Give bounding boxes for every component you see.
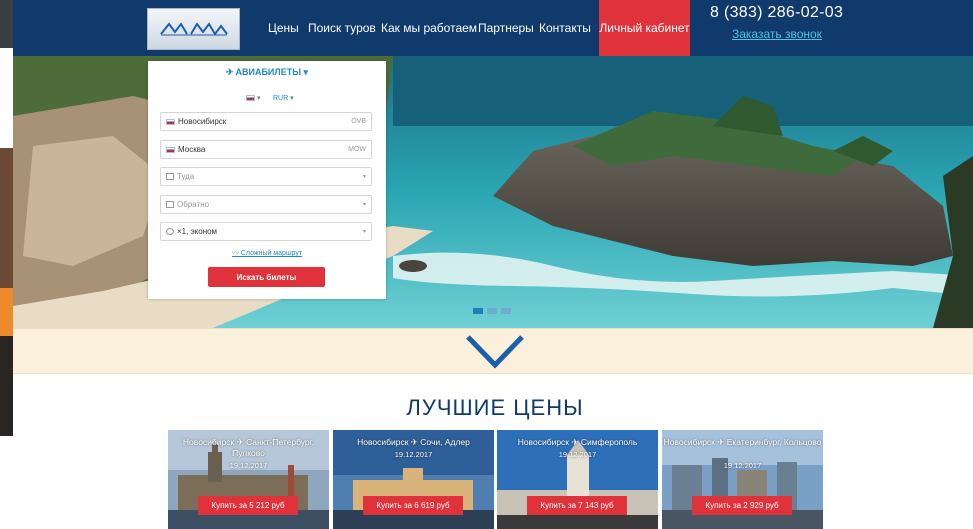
search-tickets-button[interactable]: Искать билеты [208, 267, 325, 287]
deal-date: 19.12.2017 [229, 461, 268, 470]
passengers-value: ×1, эконом [177, 227, 218, 236]
buy-button[interactable]: Купить за 7 143 руб [527, 496, 627, 515]
buy-button[interactable]: Купить за 5 212 руб [198, 496, 298, 515]
widget-title[interactable]: ✈ АВИАБИЛЕТЫ ▾ [148, 67, 386, 78]
site-header: Цены Поиск туров Как мы работаем Партнер… [13, 0, 973, 56]
deal-date: 19.12.2017 [723, 461, 762, 470]
deal-card[interactable]: Новосибирск ✈ Сочи, Адлер 19.12.2017 Куп… [333, 430, 494, 529]
page: Цены Поиск туров Как мы работаем Партнер… [0, 0, 973, 529]
origin-field[interactable]: Новосибирск OVB [160, 112, 372, 131]
russia-flag-icon [166, 146, 175, 153]
buy-button[interactable]: Купить за 6 619 руб [363, 496, 463, 515]
route-zigzag-icon: 〰 [231, 250, 239, 257]
best-prices-title: ЛУЧШИЕ ЦЕНЫ [406, 395, 584, 420]
nav-how-we-work[interactable]: Как мы работаем [381, 21, 477, 35]
complex-route-label: Сложный маршрут [240, 250, 303, 257]
deal-date: 19.12.2017 [394, 450, 433, 459]
deal-route: Новосибирск ✈ Сочи, Адлер [357, 437, 470, 447]
currency-label: RUR [273, 95, 289, 102]
origin-city: Новосибирск [178, 117, 227, 126]
complex-route-link[interactable]: 〰 Сложный маршрут [148, 248, 386, 258]
chevron-down-icon: ▾ [362, 229, 366, 235]
depart-date-field[interactable]: Туда ▾ [160, 167, 372, 186]
return-date-field[interactable]: Обратно ▾ [160, 195, 372, 214]
widget-title-label: АВИАБИЛЕТЫ [235, 67, 302, 77]
deal-card[interactable]: Новосибирск ✈ Симферополь 19.12.2017 Куп… [497, 430, 658, 529]
nav-tour-search[interactable]: Поиск туров [308, 21, 376, 35]
chevron-down-icon: ▾ [256, 95, 261, 102]
return-placeholder: Обратно [177, 200, 210, 209]
slider-dots [473, 308, 511, 314]
request-callback-link[interactable]: Заказать звонок [732, 27, 822, 41]
logo[interactable] [147, 8, 240, 50]
chevron-down-icon: ▾ [303, 67, 309, 77]
scroll-down-band [13, 328, 973, 374]
deal-route: Новосибирск ✈ Санкт-Петербург, Пулково [182, 437, 315, 458]
phone-number: 8 (383) 286-02-03 [710, 4, 844, 21]
calendar-icon [166, 201, 174, 208]
plane-icon: ✈ [225, 67, 234, 77]
destination-city: Москва [178, 145, 206, 154]
left-edge-strip [0, 0, 13, 529]
deal-card[interactable]: Новосибирск ✈ Екатеринбург, Кольцово 19.… [662, 430, 823, 529]
deal-card[interactable]: Новосибирск ✈ Санкт-Петербург, Пулково 1… [168, 430, 329, 529]
chevron-down-icon: ▾ [362, 202, 366, 208]
personal-cabinet-button[interactable]: Личный кабинет [599, 0, 690, 56]
logo-mark-icon [159, 22, 228, 36]
chevron-down-icon[interactable] [465, 333, 525, 371]
chevron-down-icon: ▾ [362, 174, 366, 180]
deal-route: Новосибирск ✈ Симферополь [517, 437, 638, 447]
nav-partners[interactable]: Партнеры [478, 21, 534, 35]
calendar-icon [166, 173, 174, 180]
language-selector[interactable]: ▾ [246, 94, 260, 102]
destination-code: MOW [348, 146, 366, 153]
chevron-down-icon: ▾ [290, 95, 294, 102]
buy-button[interactable]: Купить за 2 929 руб [692, 496, 792, 515]
flight-search-widget: ✈ АВИАБИЛЕТЫ ▾ ▾ RUR ▾ Новосибирск OVB Мо… [148, 61, 386, 299]
person-icon [166, 228, 174, 235]
deal-route: Новосибирск ✈ Екатеринбург, Кольцово [663, 437, 822, 447]
nav-contacts[interactable]: Контакты [539, 21, 591, 35]
destination-field[interactable]: Москва MOW [160, 140, 372, 159]
origin-code: OVB [351, 118, 366, 125]
currency-selector[interactable]: RUR ▾ [273, 94, 294, 102]
deal-date: 19.12.2017 [558, 450, 597, 459]
slider-dot[interactable] [473, 308, 483, 314]
slider-dot[interactable] [487, 308, 497, 314]
depart-placeholder: Туда [177, 172, 195, 181]
passengers-field[interactable]: ×1, эконом ▾ [160, 222, 372, 241]
nav-prices[interactable]: Цены [268, 21, 299, 35]
russia-flag-icon [246, 95, 255, 102]
russia-flag-icon [166, 118, 175, 125]
slider-dot[interactable] [501, 308, 511, 314]
